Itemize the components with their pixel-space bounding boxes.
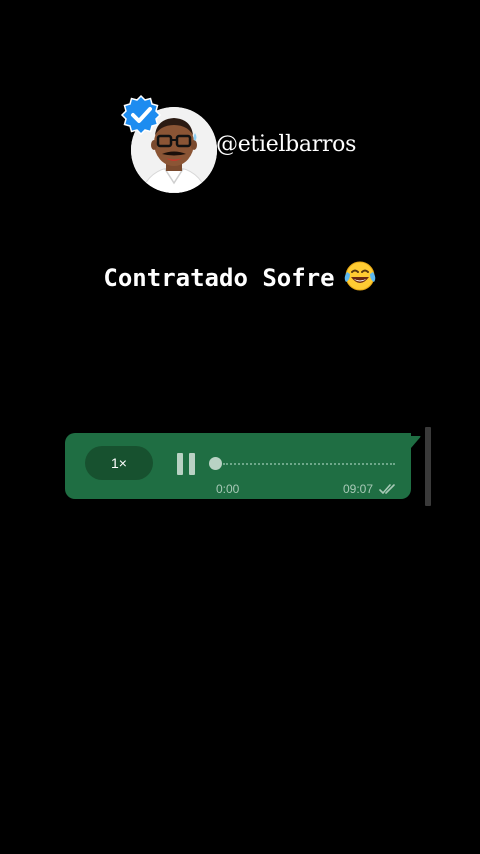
audio-track[interactable] [223,463,395,465]
caption-text: Contratado Sofre [103,264,335,292]
audio-scrubber-handle[interactable] [209,457,222,470]
playback-speed-button[interactable]: 1× [85,446,153,480]
scrollbar[interactable] [425,427,431,506]
pause-button[interactable] [175,451,199,477]
bubble-tail [409,433,421,448]
playback-time: 0:00 [216,482,240,496]
username-handle: @etielbarros [216,132,357,157]
pause-icon [177,453,183,475]
video-caption: Contratado Sofre [0,260,480,298]
verified-badge-icon [120,94,162,136]
double-check-icon [379,481,399,495]
sent-time: 09:07 [343,482,374,496]
tears-of-joy-emoji-icon [343,260,377,298]
voice-message-bubble: 1× 0:00 09:07 [65,433,411,499]
